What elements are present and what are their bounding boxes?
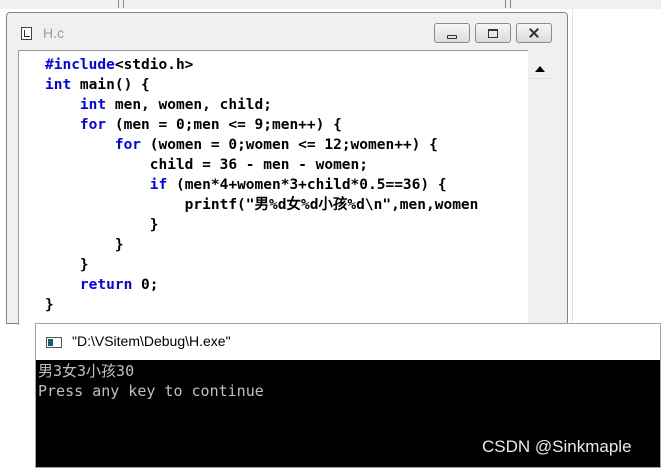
code-keyword: return — [79, 277, 133, 293]
code-line: printf("男%d女%d小孩%d\n",men,women — [45, 195, 479, 215]
code-line: #include<stdio.h> — [45, 55, 193, 75]
code-keyword: int — [45, 77, 72, 93]
code-text: 0; — [132, 277, 159, 293]
code-text: men, women, child; — [106, 97, 272, 113]
code-line: int men, women, child; — [45, 95, 272, 115]
code-line: } — [45, 235, 124, 255]
code-keyword: for — [79, 117, 107, 133]
minimize-button[interactable] — [434, 23, 470, 43]
code-text: } — [45, 237, 124, 253]
code-text: (women = 0;women <= 12;women++) { — [141, 137, 438, 153]
console-app-icon — [46, 337, 62, 348]
scroll-up-arrow-icon[interactable] — [530, 59, 550, 79]
code-text: } — [45, 257, 89, 273]
console-output-line: Press any key to continue — [38, 382, 264, 400]
maximize-icon — [488, 28, 498, 38]
code-text: } — [45, 217, 159, 233]
code-line: if (men*4+women*3+child*0.5==36) { — [45, 175, 447, 195]
toolbar-separator — [123, 0, 124, 8]
code-editor[interactable]: #include<stdio.h> int main() { int men, w… — [18, 50, 528, 325]
close-icon — [528, 28, 540, 38]
code-line: } — [45, 295, 54, 315]
code-line: child = 36 - men - women; — [45, 155, 368, 175]
code-text: } — [45, 297, 54, 313]
code-text: (men = 0;men <= 9;men++) { — [106, 117, 342, 133]
code-text: main() { — [71, 77, 150, 93]
code-keyword: if — [149, 177, 168, 193]
code-text: child = 36 - men - women; — [45, 157, 369, 173]
minimize-icon — [447, 35, 457, 39]
toolbar-separator — [505, 0, 506, 8]
code-line: int main() { — [45, 75, 150, 95]
console-output-line: 男3女3小孩30 — [38, 362, 135, 380]
code-keyword: #include — [45, 57, 115, 73]
code-text: (men*4+women*3+child*0.5==36) { — [167, 177, 447, 193]
code-text: printf("男%d女%d小孩%d\n",men,women — [45, 197, 479, 213]
maximize-button[interactable] — [475, 23, 511, 43]
code-line: for (men = 0;men <= 9;men++) { — [45, 115, 342, 135]
code-keyword: int — [79, 97, 107, 113]
editor-title: H.c — [43, 25, 64, 41]
watermark: CSDN @Sinkmaple — [482, 437, 632, 456]
editor-window: H.c #include<stdio.h> int main() { int me… — [6, 12, 568, 325]
editor-title-bar[interactable]: H.c — [7, 13, 567, 49]
background-panel — [572, 9, 661, 324]
code-text: <stdio.h> — [114, 57, 194, 73]
top-toolbar-strip — [0, 0, 661, 9]
close-button[interactable] — [516, 23, 552, 43]
code-line: } — [45, 215, 159, 235]
c-file-icon — [21, 27, 32, 40]
console-title: "D:\VSitem\Debug\H.exe" — [72, 333, 231, 349]
toolbar-separator — [510, 0, 511, 8]
code-line: for (women = 0;women <= 12;women++) { — [45, 135, 438, 155]
vertical-scrollbar[interactable] — [530, 59, 550, 325]
code-line: return 0; — [45, 275, 159, 295]
console-title-bar[interactable]: "D:\VSitem\Debug\H.exe" — [36, 324, 660, 360]
toolbar-separator — [118, 0, 119, 8]
code-keyword: for — [114, 137, 142, 153]
code-line: } — [45, 255, 89, 275]
